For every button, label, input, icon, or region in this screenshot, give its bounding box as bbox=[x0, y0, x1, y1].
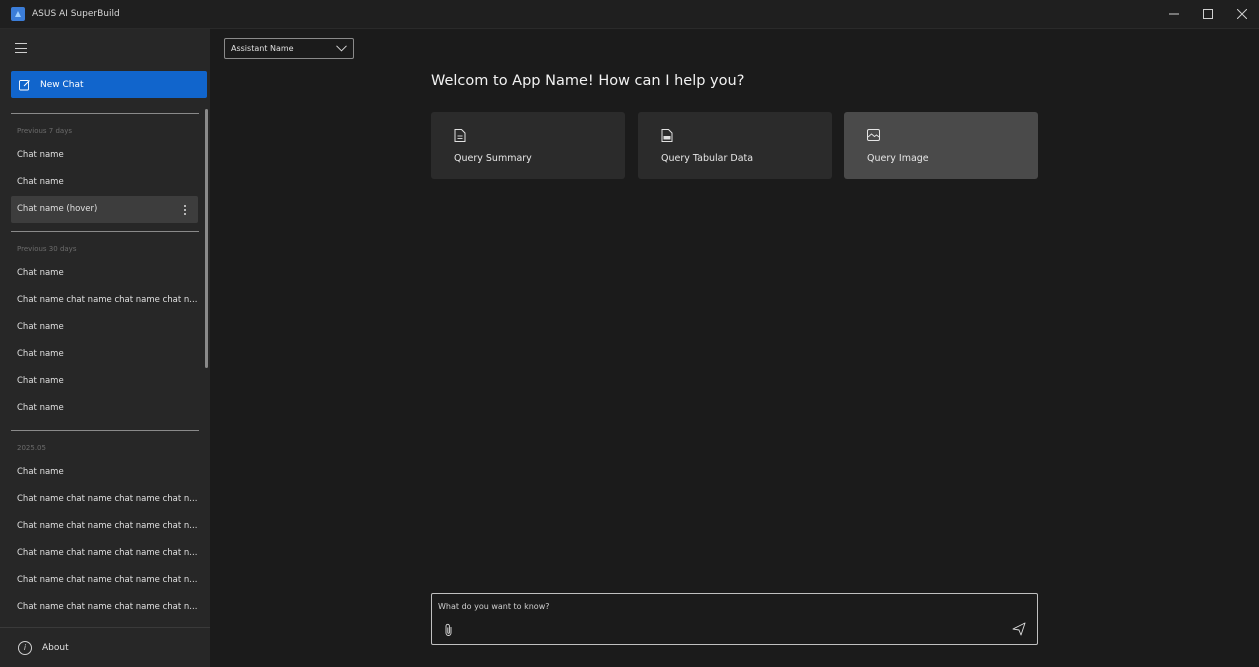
close-button[interactable] bbox=[1225, 0, 1259, 28]
chat-item[interactable]: Chat name bbox=[0, 341, 210, 368]
new-chat-label: New Chat bbox=[40, 79, 84, 90]
group-label: Previous 30 days bbox=[17, 245, 77, 253]
chat-item[interactable]: Chat name bbox=[0, 368, 210, 395]
app-logo-icon bbox=[11, 7, 25, 21]
document-icon bbox=[454, 129, 466, 142]
chat-item[interactable]: Chat name bbox=[0, 314, 210, 341]
chat-item[interactable]: Chat name bbox=[0, 395, 210, 422]
send-icon[interactable] bbox=[1012, 622, 1026, 636]
sidebar-scrollbar[interactable] bbox=[205, 109, 208, 368]
divider bbox=[11, 231, 199, 232]
minimize-icon bbox=[1169, 13, 1179, 15]
paperclip-icon[interactable] bbox=[444, 623, 454, 637]
hamburger-icon[interactable] bbox=[15, 43, 27, 53]
prompt-input-box[interactable] bbox=[431, 593, 1038, 645]
query-tabular-data-card[interactable]: Query Tabular Data bbox=[638, 112, 832, 179]
minimize-button[interactable] bbox=[1157, 0, 1191, 28]
sidebar: New Chat Previous 7 days Chat name Chat … bbox=[0, 29, 210, 667]
chat-item[interactable]: Chat name bbox=[0, 260, 210, 287]
card-label: Query Summary bbox=[454, 153, 532, 164]
prompt-input[interactable] bbox=[438, 599, 938, 613]
chat-item[interactable]: Chat name chat name chat name chat n... bbox=[0, 594, 210, 621]
chevron-down-icon bbox=[336, 45, 347, 52]
chat-history-list[interactable]: Previous 7 days Chat name Chat name Chat… bbox=[0, 105, 210, 627]
chat-item[interactable]: Chat name bbox=[0, 142, 210, 169]
about-label: About bbox=[42, 642, 69, 653]
chat-item[interactable]: Chat name chat name chat name chat n... bbox=[0, 540, 210, 567]
chat-item[interactable]: Chat name chat name chat name chat n... bbox=[0, 287, 210, 314]
query-summary-card[interactable]: Query Summary bbox=[431, 112, 625, 179]
new-chat-icon bbox=[19, 79, 30, 90]
new-chat-button[interactable]: New Chat bbox=[11, 71, 207, 98]
divider bbox=[11, 430, 199, 431]
more-options-icon[interactable] bbox=[184, 205, 186, 215]
chat-item[interactable]: Chat name bbox=[0, 169, 210, 196]
divider bbox=[11, 113, 199, 114]
image-icon bbox=[867, 129, 880, 141]
maximize-button[interactable] bbox=[1191, 0, 1225, 28]
info-icon: i bbox=[18, 640, 32, 655]
title-bar: ASUS AI SuperBuild bbox=[0, 0, 1259, 29]
close-icon bbox=[1237, 9, 1247, 19]
window-title: ASUS AI SuperBuild bbox=[32, 9, 120, 19]
maximize-icon bbox=[1203, 9, 1213, 19]
card-label: Query Image bbox=[867, 153, 929, 164]
group-label: 2025.05 bbox=[17, 444, 46, 452]
chat-item[interactable]: Chat name bbox=[0, 459, 210, 486]
group-label: Previous 7 days bbox=[17, 127, 73, 135]
query-image-card[interactable]: Query Image bbox=[844, 112, 1038, 179]
csv-file-icon bbox=[661, 129, 673, 142]
assistant-select-value: Assistant Name bbox=[231, 44, 294, 53]
card-label: Query Tabular Data bbox=[661, 153, 754, 164]
chat-item-hover[interactable]: Chat name (hover) bbox=[11, 196, 198, 223]
chat-item[interactable]: Chat name chat name chat name chat n... bbox=[0, 486, 210, 513]
welcome-heading: Welcom to App Name! How can I help you? bbox=[431, 73, 745, 89]
assistant-select[interactable]: Assistant Name bbox=[224, 38, 354, 59]
chat-item[interactable]: Chat name chat name chat name chat n... bbox=[0, 513, 210, 540]
about-button[interactable]: i About bbox=[0, 627, 210, 667]
chat-item[interactable]: Chat name chat name chat name chat n... bbox=[0, 567, 210, 594]
